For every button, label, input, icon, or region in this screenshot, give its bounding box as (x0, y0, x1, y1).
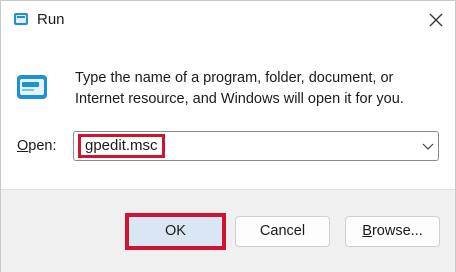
open-input-value[interactable]: gpedit.msc (78, 134, 165, 158)
description-line-2: Internet resource, and Windows will open… (75, 91, 404, 107)
open-label: Open: (17, 138, 57, 154)
run-dialog: Run Type the name of a program, folder, … (0, 0, 456, 272)
cancel-button[interactable]: Cancel (235, 216, 330, 247)
description-line-1: Type the name of a program, folder, docu… (75, 70, 394, 86)
browse-label: rowse... (371, 223, 423, 239)
open-combobox[interactable]: gpedit.msc (73, 131, 439, 161)
close-icon (429, 13, 443, 27)
close-button[interactable] (421, 7, 451, 33)
ok-button[interactable]: OK (125, 213, 226, 250)
dialog-description: Type the name of a program, folder, docu… (75, 68, 435, 110)
window-title: Run (37, 11, 65, 28)
open-label-mnemonic: O (17, 138, 29, 154)
run-icon (13, 11, 29, 27)
open-label-text: pen: (28, 138, 57, 154)
title-bar: Run (1, 1, 455, 39)
browse-mnemonic: B (362, 223, 372, 239)
chevron-down-icon[interactable] (422, 141, 434, 151)
run-program-icon (16, 71, 48, 103)
browse-button[interactable]: Browse... (345, 216, 440, 247)
dialog-footer: OK Cancel Browse... (1, 189, 455, 272)
